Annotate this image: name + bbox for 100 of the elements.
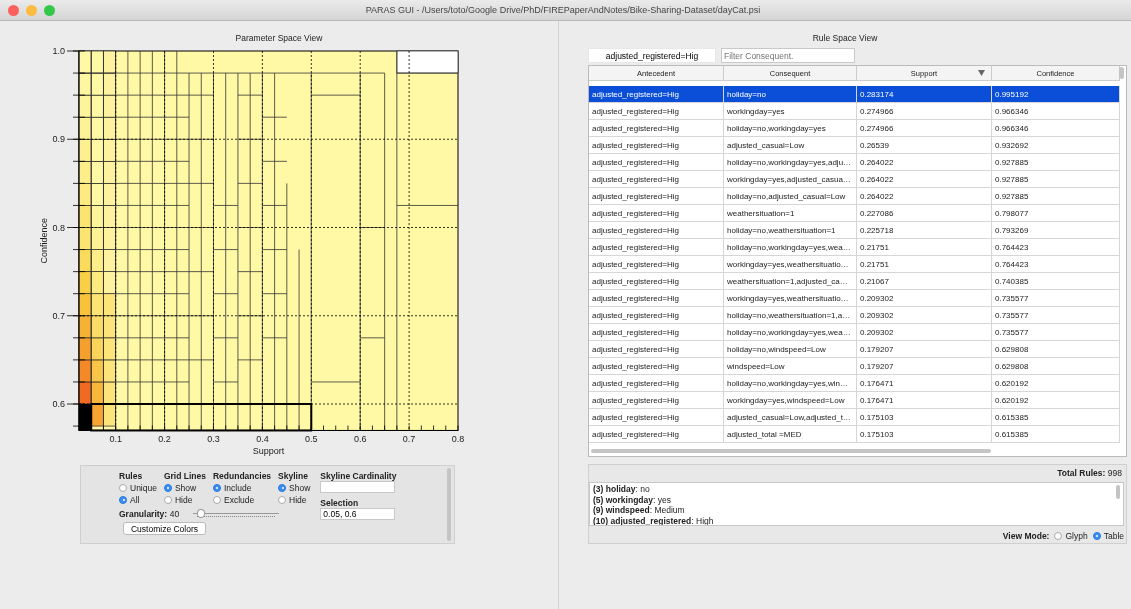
table-cell: 0.927885 — [995, 157, 1029, 167]
table-cell: 0.735577 — [995, 293, 1029, 303]
axis-tick-label: 0.8 — [52, 222, 65, 233]
panel-title: Rule Space View — [812, 32, 878, 44]
granularity-label: Granularity: — [119, 509, 168, 519]
table-row[interactable]: adjusted_registered=Hig holiday=no,weathersituation=1 0.225718 0.793269 — [589, 222, 1120, 239]
radio-option[interactable]: Hide — [163, 494, 193, 505]
table-cell: adjusted_registered=Hig — [592, 157, 679, 167]
radio-option[interactable]: Show — [278, 482, 311, 493]
table-cell: 0.21751 — [860, 242, 889, 252]
table-row[interactable]: adjusted_registered=Hig holiday=no,workingday=yes,adju… 0.264022 0.927885 — [589, 154, 1120, 171]
table-cell: 0.209302 — [860, 327, 894, 337]
radio-option[interactable]: Exclude — [213, 494, 255, 505]
table-row[interactable]: adjusted_registered=Hig adjusted_casual=Low 0.26539 0.932692 — [589, 137, 1120, 154]
table-cell: adjusted_registered=Hig — [592, 412, 679, 422]
table-cell: 0.793269 — [995, 225, 1029, 235]
table-cell: 0.283174 — [860, 89, 894, 99]
table-cell: 0.735577 — [995, 327, 1029, 337]
table-row[interactable]: adjusted_registered=Hig workingday=yes,weathersituatio… 0.21751 0.764423 — [589, 256, 1120, 273]
radio-option[interactable]: Include — [213, 482, 252, 493]
axis-tick-label: 0.2 — [158, 434, 171, 445]
table-cell: adjusted_registered=Hig — [592, 140, 679, 150]
group-title: Skyline — [278, 471, 308, 481]
panel-title: Parameter Space View — [235, 32, 323, 44]
axis-title: Support — [252, 446, 285, 457]
table-cell: 0.620192 — [995, 378, 1029, 388]
table-row[interactable]: adjusted_registered=Hig holiday=no,adjusted_casual=Low 0.264022 0.927885 — [589, 188, 1120, 205]
table-cell: holiday=no,workingday=yes,win… — [727, 378, 848, 388]
table-cell: 0.615385 — [995, 429, 1029, 439]
total-rules-label: Total Rules: — [1057, 468, 1106, 478]
table-row[interactable]: adjusted_registered=Hig holiday=no,weathersituation=1,a… 0.209302 0.735577 — [589, 307, 1120, 324]
table-cell: 0.927885 — [995, 191, 1029, 201]
table-cell: 0.26539 — [860, 140, 889, 150]
axis-tick-label: 0.6 — [353, 434, 367, 445]
table-row[interactable]: adjusted_registered=Hig windspeed=Low 0.179207 0.629808 — [589, 358, 1120, 375]
table-cell: adjusted_registered=Hig — [592, 225, 679, 235]
table-row[interactable]: adjusted_registered=Hig workingday=yes,windspeed=Low 0.176471 0.620192 — [589, 392, 1120, 409]
radio-option[interactable]: Show — [163, 482, 197, 493]
table-row[interactable]: adjusted_registered=Hig adjusted_total =MED 0.175103 0.615385 — [589, 426, 1120, 443]
table-cell: 0.176471 — [860, 395, 894, 405]
table-row[interactable]: adjusted_registered=Hig holiday=no 0.283174 0.995192 — [589, 86, 1120, 103]
table-cell: 0.995192 — [995, 89, 1029, 99]
table-cell: 0.264022 — [860, 157, 894, 167]
table-row[interactable]: adjusted_registered=Hig holiday=no,workingday=yes,win… 0.176471 0.620192 — [589, 375, 1120, 392]
table-row[interactable]: adjusted_registered=Hig workingday=yes,adjusted_casua… 0.264022 0.927885 — [589, 171, 1120, 188]
selection-field[interactable]: 0.05, 0.6 — [320, 508, 396, 520]
radio-option[interactable]: Hide — [278, 494, 307, 505]
axis-tick-label: 0.7 — [402, 434, 416, 445]
table-cell: 0.966346 — [995, 106, 1029, 116]
radio-option[interactable]: All — [119, 494, 140, 505]
table-cell: 0.932692 — [995, 140, 1029, 150]
table-cell: 0.209302 — [860, 293, 894, 303]
table-cell: 0.274966 — [860, 123, 894, 133]
table-cell: holiday=no — [727, 89, 766, 99]
consequent-filter-field[interactable]: Filter Consequent. — [721, 48, 855, 63]
table-cell: 0.615385 — [995, 412, 1029, 422]
table-cell: holiday=no,workingday=yes,wea… — [727, 242, 851, 252]
table-cell: adjusted_registered=Hig — [592, 378, 679, 388]
table-cell: 0.798077 — [995, 208, 1029, 218]
table-cell: windspeed=Low — [727, 361, 785, 371]
table-row[interactable]: adjusted_registered=Hig weathersituation=1 0.227086 0.798077 — [589, 205, 1120, 222]
group-title: Rules — [119, 471, 143, 481]
table-row[interactable]: adjusted_registered=Hig holiday=no,workingday=yes,wea… 0.209302 0.735577 — [589, 324, 1120, 341]
table-cell: 0.274966 — [860, 106, 894, 116]
table-row[interactable]: adjusted_registered=Hig holiday=no,windspeed=Low 0.179207 0.629808 — [589, 341, 1120, 358]
table-cell: 0.175103 — [860, 412, 894, 422]
table-row[interactable]: adjusted_registered=Hig holiday=no,workingday=yes 0.274966 0.966346 — [589, 120, 1120, 137]
axis-tick-label: 1.0 — [52, 46, 65, 56]
table-row[interactable]: adjusted_registered=Hig adjusted_casual=Low,adjusted_t… 0.175103 0.615385 — [589, 409, 1120, 426]
antecedent-filter-field[interactable]: adjusted_registered=Hig — [588, 48, 716, 63]
table-row[interactable]: adjusted_registered=Hig workingday=yes,weathersituatio… 0.209302 0.735577 — [589, 290, 1120, 307]
radio-option[interactable]: Unique — [119, 482, 157, 493]
radio-option[interactable]: Glyph — [1054, 530, 1088, 541]
table-cell: adjusted_registered=Hig — [592, 293, 679, 303]
table-row[interactable]: adjusted_registered=Hig weathersituation=1,adjusted_ca… 0.21067 0.740385 — [589, 273, 1120, 290]
table-row[interactable]: adjusted_registered=Hig workingday=yes 0.274966 0.966346 — [589, 103, 1120, 120]
radio-option[interactable]: Table — [1092, 530, 1124, 541]
table-cell: 0.175103 — [860, 429, 894, 439]
table-cell: adjusted_total =MED — [727, 429, 802, 439]
table-cell: workingday=yes,weathersituatio… — [727, 259, 849, 269]
table-cell: workingday=yes,windspeed=Low — [727, 395, 845, 405]
axis-tick-label: 0.5 — [305, 434, 318, 445]
detail-line: (10) adjusted_registered: High — [593, 515, 715, 525]
table-cell: workingday=yes — [727, 106, 785, 116]
table-cell: adjusted_registered=Hig — [592, 327, 679, 337]
axis-tick-label: 0.1 — [109, 434, 122, 445]
customize-colors-button[interactable]: Customize Colors — [123, 522, 206, 535]
granularity-value: 40 — [169, 509, 180, 519]
table-cell: 0.209302 — [860, 310, 894, 320]
table-cell: 0.629808 — [995, 344, 1029, 354]
table-cell: holiday=no,workingday=yes,wea… — [727, 327, 851, 337]
table-cell: weathersituation=1 — [727, 208, 795, 218]
table-row[interactable]: adjusted_registered=Hig holiday=no,workingday=yes,wea… 0.21751 0.764423 — [589, 239, 1120, 256]
view-mode-label: View Mode: — [1002, 530, 1050, 541]
axis-tick-label: 0.9 — [52, 134, 65, 145]
table-cell: holiday=no,workingday=yes,adju… — [727, 157, 852, 167]
table-cell: 0.179207 — [860, 361, 894, 371]
group-title: Redundancies — [213, 471, 272, 481]
table-cell: 0.264022 — [860, 174, 894, 184]
table-cell: adjusted_registered=Hig — [592, 395, 679, 405]
